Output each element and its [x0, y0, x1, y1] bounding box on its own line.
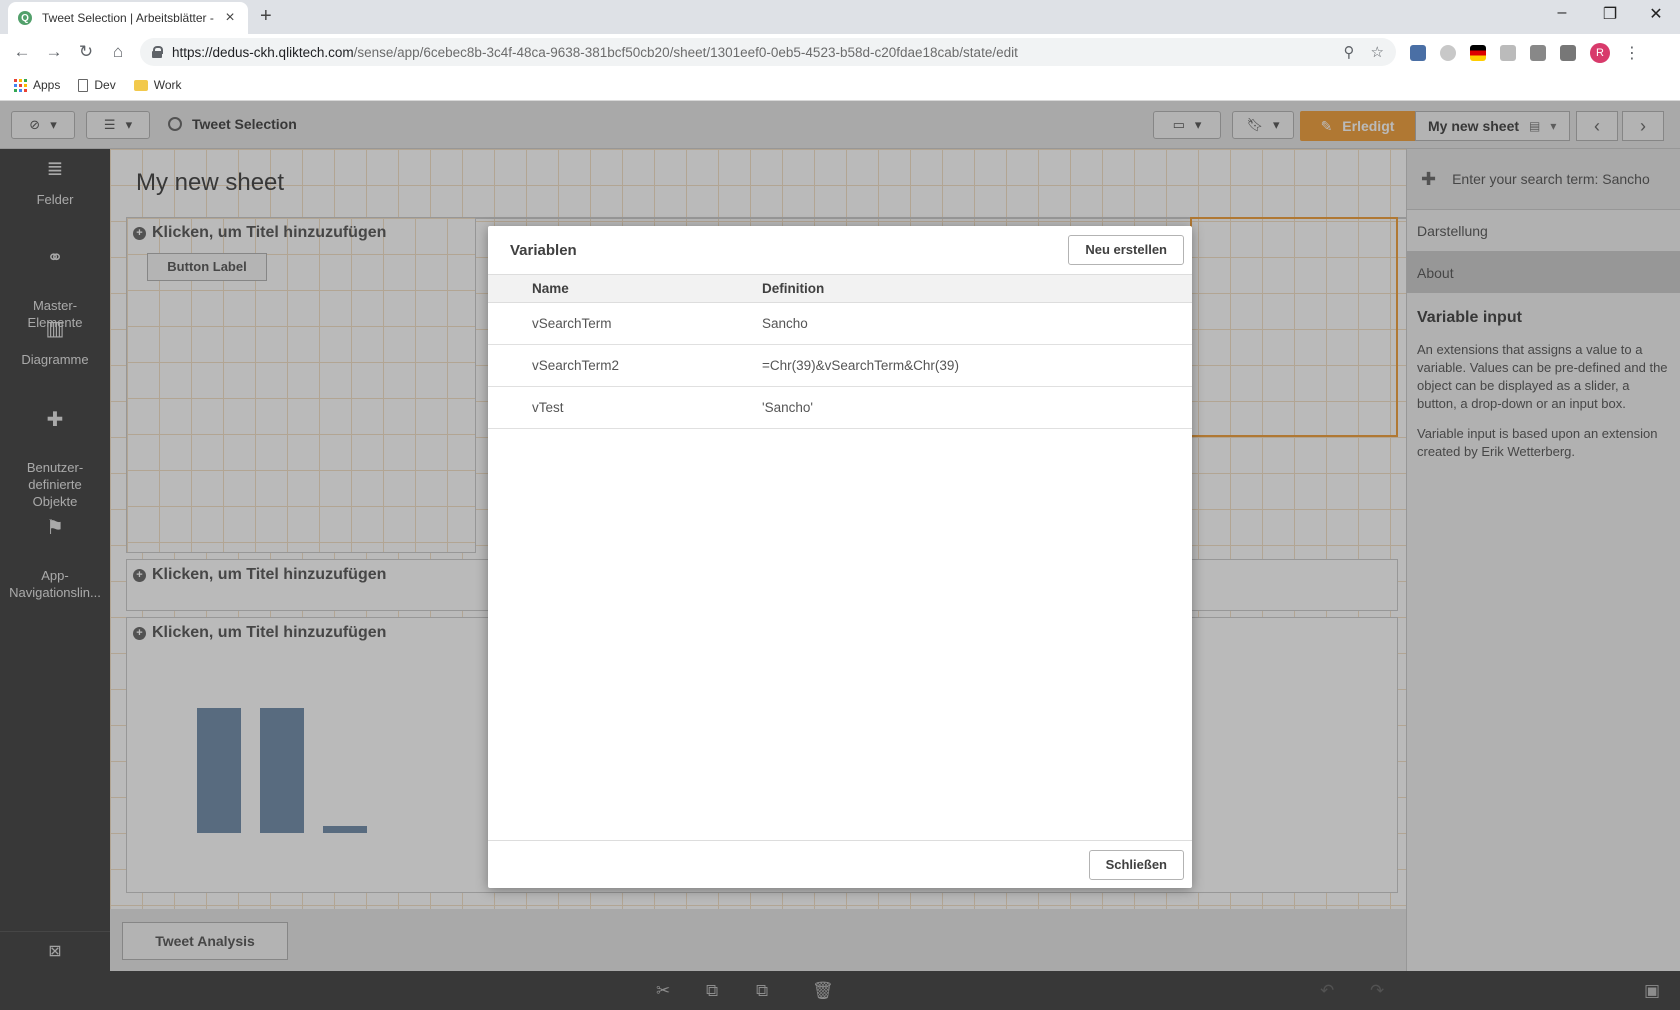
browser-toolbar: ← → ↻ ⌂ https://dedus-ckh.qliktech.com/s… — [0, 34, 1680, 70]
column-header-name[interactable]: Name — [488, 274, 762, 303]
column-header-definition[interactable]: Definition — [762, 274, 1192, 303]
apps-grid-icon — [14, 78, 27, 92]
folder-icon — [133, 79, 148, 91]
bookmarks-bar: Apps Dev Work — [0, 70, 1680, 101]
table-row[interactable]: vTest 'Sancho' — [488, 386, 1192, 429]
home-icon[interactable]: ⌂ — [106, 40, 130, 64]
forward-icon[interactable]: → — [42, 40, 66, 64]
close-button[interactable]: Schließen — [1088, 849, 1184, 880]
tab-title: Tweet Selection | Arbeitsblätter - — [42, 11, 214, 25]
reload-icon[interactable]: ↻ — [74, 40, 98, 64]
zoom-icon[interactable]: ⚲ — [1344, 43, 1355, 61]
window-close-icon[interactable]: ✕ — [1636, 4, 1676, 24]
browser-menu-icon[interactable]: ⋮ — [1624, 43, 1640, 63]
bookmark-label: Dev — [94, 78, 116, 92]
url-host: https://dedus-ckh.qliktech.com — [172, 44, 354, 60]
table-row[interactable]: vSearchTerm2 =Chr(39)&vSearchTerm&Chr(39… — [488, 344, 1192, 387]
extension-icon[interactable] — [1440, 45, 1456, 61]
table-row[interactable]: vSearchTerm Sancho — [488, 302, 1192, 345]
tab-close-icon[interactable]: × — [222, 9, 238, 27]
browser-tabstrip: Q Tweet Selection | Arbeitsblätter - × +… — [0, 0, 1680, 34]
bookmark-work[interactable]: Work — [133, 78, 182, 92]
profile-avatar[interactable]: R — [1590, 43, 1610, 63]
extensions-bar: R ⋮ — [1410, 43, 1640, 63]
create-new-button[interactable]: Neu erstellen — [1068, 235, 1184, 265]
variable-definition: =Chr(39)&vSearchTerm&Chr(39) — [762, 344, 1192, 387]
qr-code-icon[interactable] — [1530, 45, 1546, 61]
new-tab-icon[interactable]: + — [260, 5, 272, 28]
variable-name: vSearchTerm2 — [488, 344, 762, 387]
shield-extension-icon[interactable] — [1500, 45, 1516, 61]
bookmark-label: Work — [153, 78, 182, 92]
eyedropper-icon[interactable] — [1560, 45, 1576, 61]
variable-definition: 'Sancho' — [762, 386, 1192, 429]
variable-definition: Sancho — [762, 302, 1192, 345]
restore-icon[interactable]: ❐ — [1590, 4, 1630, 24]
bookmark-apps[interactable]: Apps — [14, 78, 60, 92]
variables-dialog: Variablen Neu erstellen Name Definition … — [488, 226, 1192, 888]
browser-tab[interactable]: Q Tweet Selection | Arbeitsblätter - × — [8, 2, 248, 34]
dialog-header: Variablen Neu erstellen — [488, 226, 1192, 274]
variable-name: vTest — [488, 386, 762, 429]
extension-icon[interactable] — [1410, 45, 1426, 61]
variables-table: Name Definition vSearchTerm Sancho vSear… — [488, 274, 1192, 429]
lock-icon — [152, 46, 163, 58]
german-flag-icon[interactable] — [1470, 45, 1486, 61]
dialog-footer: Schließen — [488, 840, 1192, 888]
url-path: /sense/app/6cebec8b-3c4f-48ca-9638-381bc… — [353, 44, 1018, 60]
minimize-icon[interactable]: – — [1542, 4, 1582, 22]
address-bar[interactable]: https://dedus-ckh.qliktech.com/sense/app… — [140, 38, 1396, 66]
bookmark-dev[interactable]: Dev — [78, 78, 116, 92]
dialog-title: Variablen — [510, 241, 577, 259]
star-icon[interactable]: ☆ — [1371, 43, 1384, 61]
bookmark-label: Apps — [33, 78, 61, 92]
qlik-favicon-icon: Q — [18, 11, 32, 25]
back-icon[interactable]: ← — [10, 40, 34, 64]
variable-name: vSearchTerm — [488, 302, 762, 345]
document-icon — [78, 78, 89, 92]
